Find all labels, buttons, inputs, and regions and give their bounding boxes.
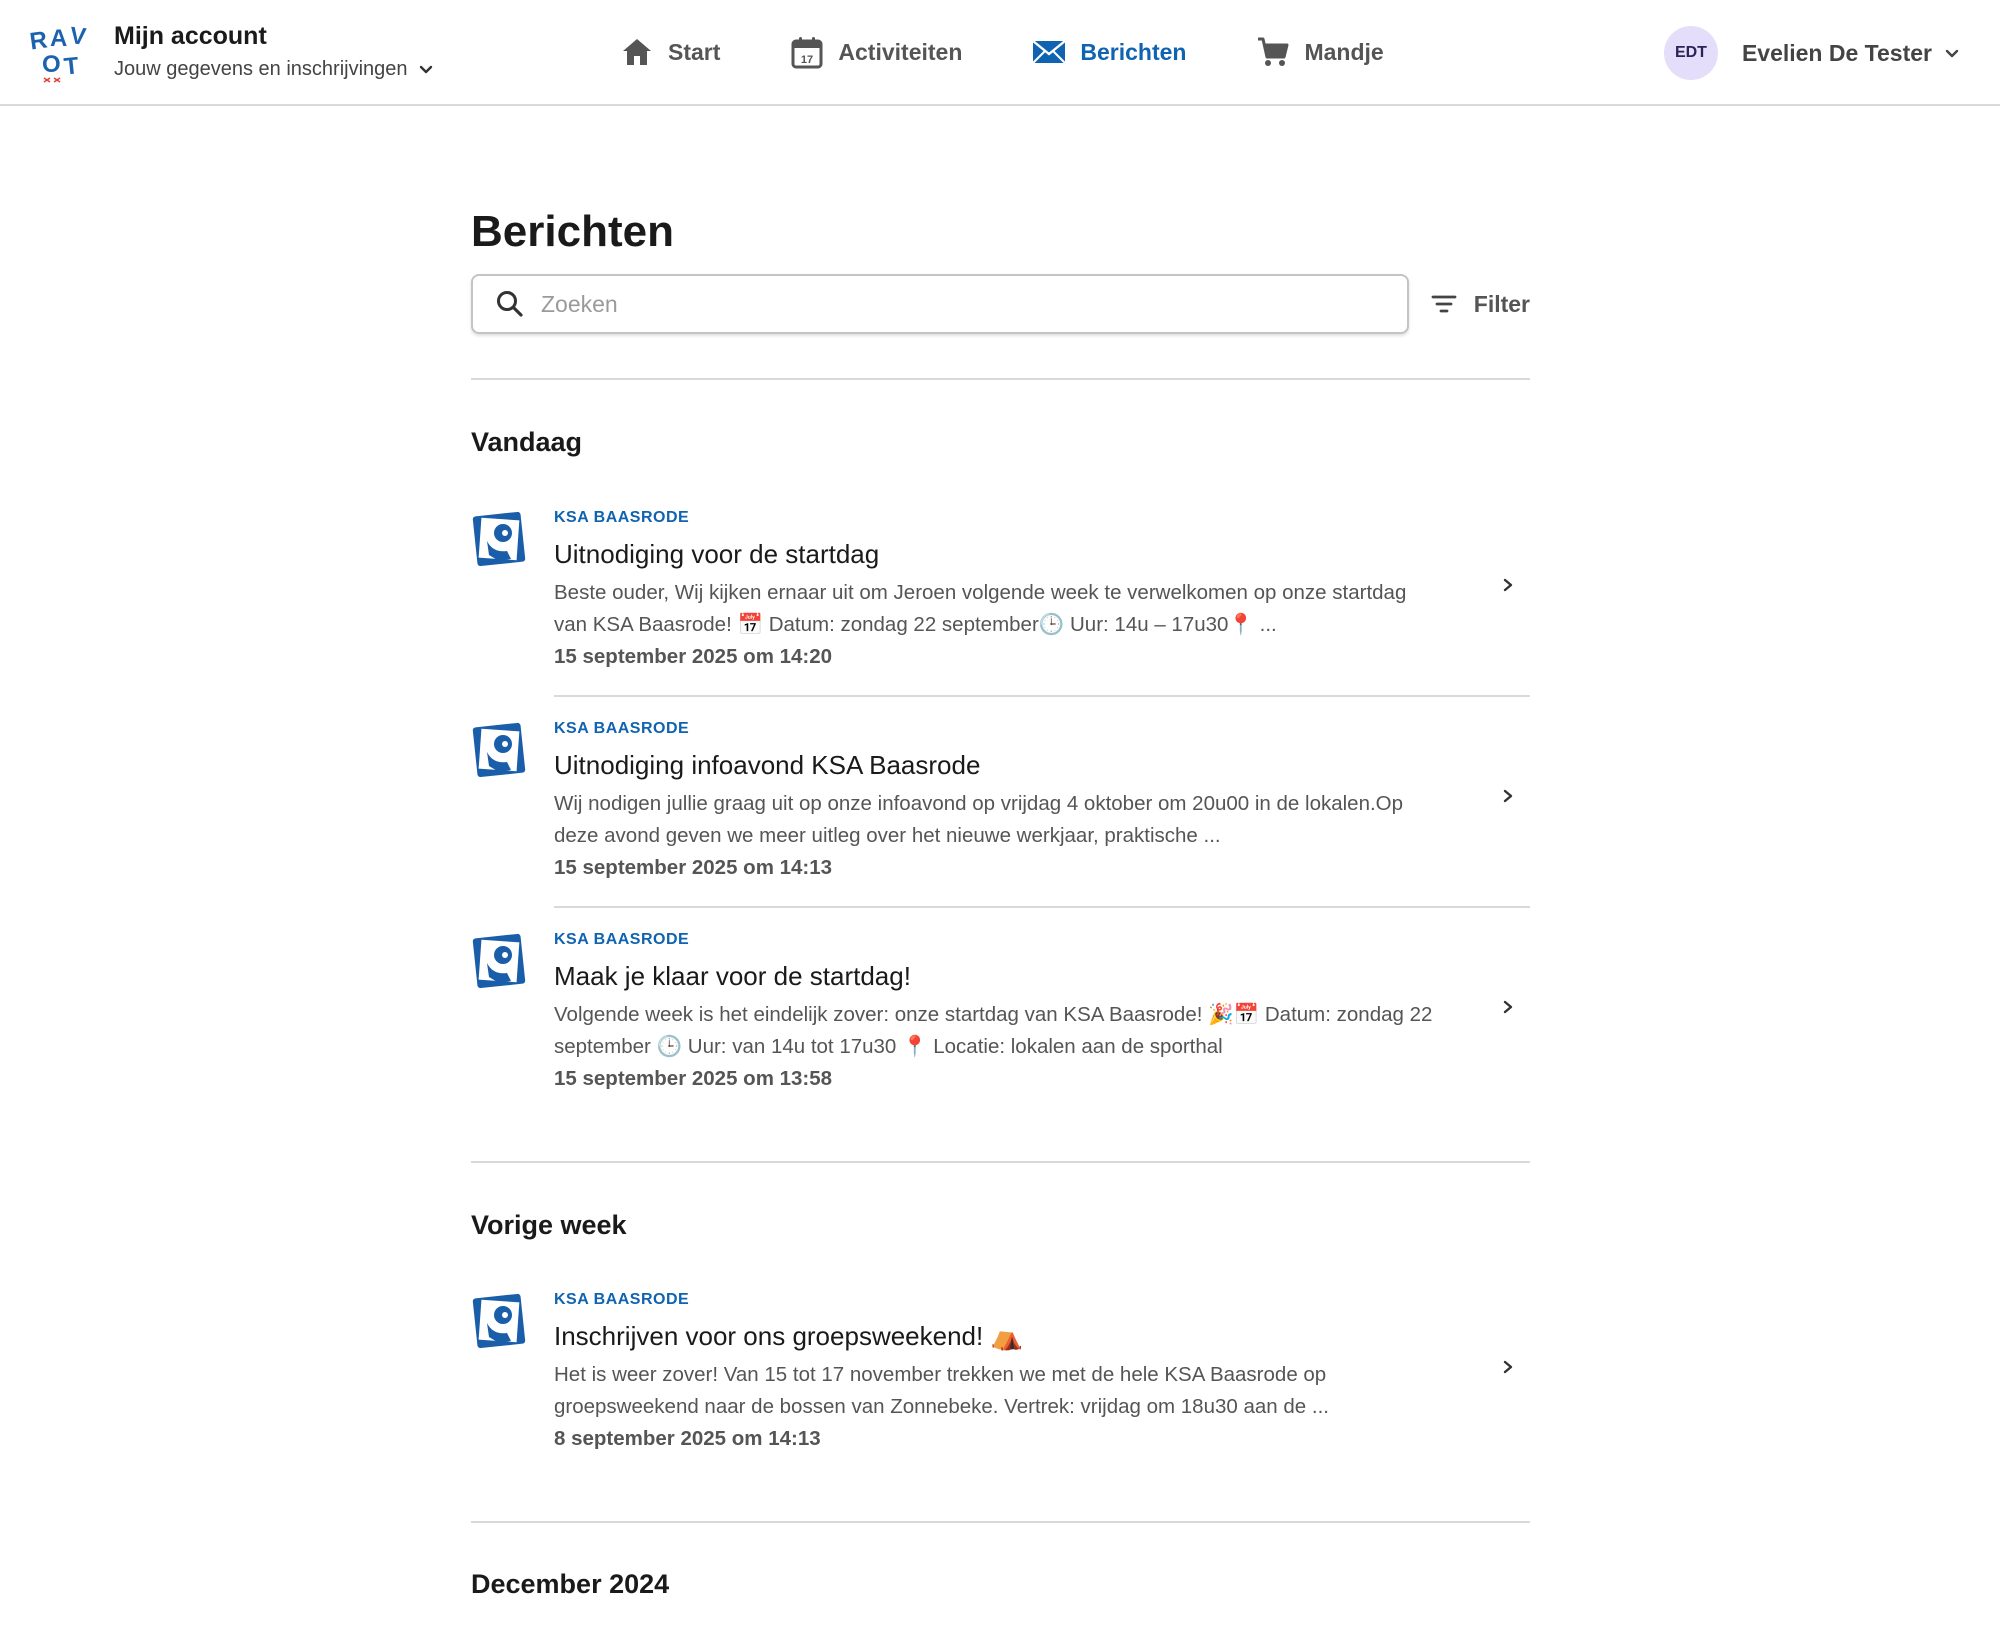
nav-item-mandje[interactable]: Mandje: [1256, 0, 1384, 104]
message-content: KSA BAASRODE Maak je klaar voor de start…: [554, 929, 1434, 1095]
svg-text:17: 17: [801, 54, 813, 66]
avatar: EDT: [1663, 26, 1718, 80]
message-sender: KSA BAASRODE: [554, 720, 690, 737]
ravot-logo[interactable]: R A V O T: [28, 22, 92, 84]
account-subtitle: Jouw gegevens en inschrijvingen: [114, 58, 408, 80]
message-title: Uitnodiging voor de startdag: [554, 539, 880, 569]
divider: [471, 1521, 1530, 1523]
svg-text:V: V: [69, 22, 88, 51]
search-input[interactable]: [541, 290, 1381, 318]
mail-icon: [1032, 40, 1067, 64]
divider: [554, 695, 1530, 697]
account-dropdown[interactable]: Jouw gegevens en inschrijvingen: [114, 56, 434, 82]
ksa-logo-icon: [472, 722, 526, 778]
message-title: Maak je klaar voor de startdag!: [554, 961, 911, 991]
ksa-logo-icon: [472, 1293, 526, 1349]
message-preview: Wij nodigen jullie graag uit op onze inf…: [554, 792, 1404, 847]
nav-item-activiteiten[interactable]: 17 Activiteiten: [790, 0, 962, 104]
message-sender: KSA BAASRODE: [554, 509, 690, 526]
home-icon: [623, 39, 651, 65]
message-date: 15 september 2025 om 14:20: [554, 645, 833, 668]
filter-button[interactable]: Filter: [1430, 274, 1530, 334]
message-content: KSA BAASRODE Inschrijven voor ons groeps…: [554, 1289, 1434, 1455]
user-name: Evelien De Tester: [1741, 39, 1932, 66]
nav-item-label: Activiteiten: [838, 38, 963, 65]
chevron-right-icon: [1503, 789, 1513, 803]
nav-item-label: Mandje: [1304, 38, 1384, 65]
nav-item-start[interactable]: Start: [620, 0, 720, 104]
message-item[interactable]: KSA BAASRODE Inschrijven voor ons groeps…: [471, 1289, 1530, 1479]
message-sender: KSA BAASRODE: [554, 1291, 690, 1308]
svg-text:A: A: [50, 25, 67, 52]
account-menu: Mijn account Jouw gegevens en inschrijvi…: [114, 20, 434, 82]
calendar-icon: 17: [791, 37, 823, 69]
message-item[interactable]: KSA BAASRODE Maak je klaar voor de start…: [471, 929, 1530, 1119]
message-item[interactable]: KSA BAASRODE Uitnodiging voor de startda…: [471, 507, 1530, 697]
search-box: [471, 274, 1409, 334]
user-menu[interactable]: EDT Evelien De Tester: [1663, 26, 1960, 80]
message-sender: KSA BAASRODE: [554, 931, 690, 948]
cart-icon: [1258, 37, 1289, 66]
chevron-down-icon: [419, 65, 432, 74]
divider: [471, 378, 1530, 380]
section-title-vorige-week: Vorige week: [471, 1210, 627, 1240]
filter-label: Filter: [1473, 290, 1530, 317]
section-title-vandaag: Vandaag: [471, 427, 583, 457]
nav-item-berichten[interactable]: Berichten: [1032, 0, 1186, 104]
ksa-logo-icon: [472, 511, 526, 567]
svg-text:O: O: [42, 51, 61, 78]
section-title-december-2024: December 2024: [471, 1569, 670, 1599]
message-title: Uitnodiging infoavond KSA Baasrode: [554, 750, 981, 780]
divider: [471, 1161, 1530, 1163]
chevron-right-icon: [1503, 1360, 1513, 1374]
nav-item-label: Start: [668, 38, 721, 65]
chevron-right-icon: [1503, 1000, 1513, 1014]
account-title: Mijn account: [114, 22, 267, 50]
message-content: KSA BAASRODE Uitnodiging infoavond KSA B…: [554, 718, 1434, 884]
message-preview: Beste ouder, Wij kijken ernaar uit om Je…: [554, 581, 1407, 636]
message-title: Inschrijven voor ons groepsweekend! ⛺: [554, 1321, 1023, 1351]
message-date: 15 september 2025 om 14:13: [554, 856, 833, 879]
chevron-right-icon: [1503, 578, 1513, 592]
message-preview: Volgende week is het eindelijk zover: on…: [554, 1003, 1433, 1058]
ksa-logo-icon: [472, 933, 526, 989]
search-icon: [497, 291, 523, 317]
message-date: 8 september 2025 om 14:13: [554, 1427, 821, 1450]
nav-item-label: Berichten: [1080, 38, 1187, 65]
chevron-down-icon: [1945, 49, 1959, 58]
page-title: Berichten: [471, 207, 674, 256]
message-date: 15 september 2025 om 13:58: [554, 1067, 833, 1090]
message-content: KSA BAASRODE Uitnodiging voor de startda…: [554, 507, 1434, 673]
top-bar: R A V O T Mijn account Jouw gegevens en …: [0, 0, 2000, 106]
main-nav: Start 17 Activiteiten Berichten Mandje: [620, 0, 1454, 104]
svg-text:T: T: [63, 52, 81, 80]
filter-icon: [1431, 295, 1457, 313]
message-preview: Het is weer zover! Van 15 tot 17 novembe…: [554, 1363, 1329, 1418]
message-item[interactable]: KSA BAASRODE Uitnodiging infoavond KSA B…: [471, 718, 1530, 908]
divider: [554, 906, 1530, 908]
